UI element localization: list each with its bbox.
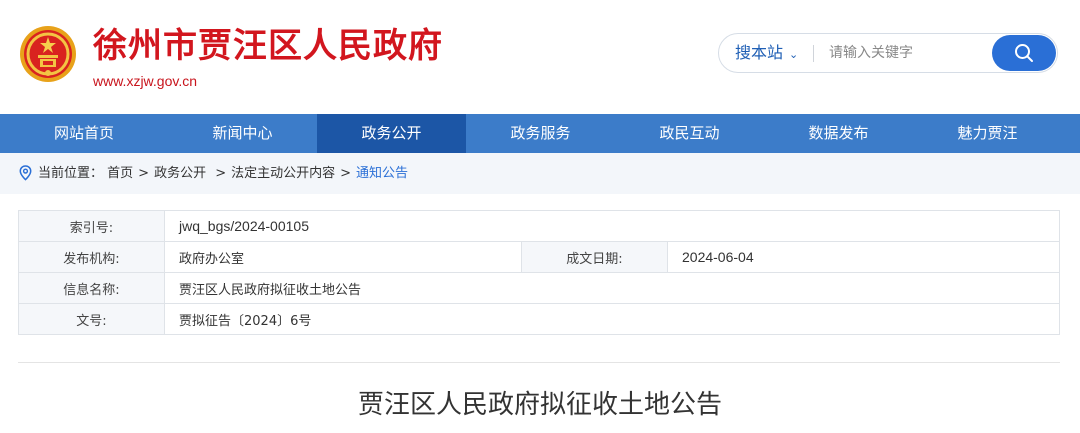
breadcrumb-prefix: 当前位置： xyxy=(38,166,104,181)
site-title[interactable]: 徐州市贾汪区人民政府 xyxy=(93,26,443,66)
index-value: jwq_bgs/2024-00105 xyxy=(164,210,1060,242)
search-scope-dropdown[interactable]: 搜本站 ⌄ xyxy=(735,34,798,72)
breadcrumb-separator: > xyxy=(340,166,352,181)
date-label: 成文日期: xyxy=(521,241,668,273)
search-scope-label: 搜本站 xyxy=(735,43,784,62)
table-row: 索引号: jwq_bgs/2024-00105 xyxy=(18,210,1060,242)
search-box: 搜本站 ⌄ xyxy=(718,33,1058,73)
search-icon xyxy=(1015,44,1033,62)
breadcrumb-separator: > xyxy=(138,166,150,181)
publisher-value: 政府办公室 xyxy=(164,241,522,273)
nav-item-news[interactable]: 新闻中心 xyxy=(168,114,317,153)
site-url: www.xzjw.gov.cn xyxy=(93,73,197,89)
site-header: 徐州市贾汪区人民政府 www.xzjw.gov.cn 搜本站 ⌄ xyxy=(0,0,1080,114)
doc-number-label: 文号: xyxy=(18,303,165,335)
breadcrumb-home[interactable]: 首页 xyxy=(107,166,133,181)
divider xyxy=(18,362,1060,363)
nav-item-charm[interactable]: 魅力贾汪 xyxy=(913,114,1062,153)
doc-number-value: 贾拟征告〔2024〕6号 xyxy=(164,303,1060,335)
search-button[interactable] xyxy=(992,35,1056,71)
main-nav: 网站首页 新闻中心 政务公开 政务服务 政民互动 数据发布 魅力贾汪 xyxy=(0,114,1080,153)
table-row: 信息名称: 贾汪区人民政府拟征收土地公告 xyxy=(18,272,1060,304)
nav-item-gov-affairs[interactable]: 政务公开 xyxy=(317,114,466,153)
nav-item-home[interactable]: 网站首页 xyxy=(0,114,168,153)
date-value: 2024-06-04 xyxy=(667,241,1060,273)
breadcrumb: 当前位置： 首页 > 政务公开 > 法定主动公开内容 > 通知公告 xyxy=(0,153,1080,194)
publisher-label: 发布机构: xyxy=(18,241,165,273)
article-title: 贾汪区人民政府拟征收土地公告 xyxy=(357,390,722,420)
index-label: 索引号: xyxy=(18,210,165,242)
nav-item-gov-services[interactable]: 政务服务 xyxy=(466,114,615,153)
info-name-value: 贾汪区人民政府拟征收土地公告 xyxy=(164,272,1060,304)
national-emblem-icon xyxy=(20,26,76,82)
location-pin-icon xyxy=(19,164,32,181)
info-name-label: 信息名称: xyxy=(18,272,165,304)
breadcrumb-public-content[interactable]: 法定主动公开内容 xyxy=(231,166,335,181)
breadcrumb-gov-affairs[interactable]: 政务公开 xyxy=(154,166,206,181)
search-input[interactable] xyxy=(829,42,989,64)
table-row: 发布机构: 政府办公室 成文日期: 2024-06-04 xyxy=(18,241,1060,273)
document-info-table: 索引号: jwq_bgs/2024-00105 发布机构: 政府办公室 成文日期… xyxy=(18,210,1060,335)
search-divider xyxy=(813,45,814,62)
breadcrumb-notices[interactable]: 通知公告 xyxy=(356,166,408,181)
breadcrumb-separator: > xyxy=(211,166,227,181)
nav-item-data[interactable]: 数据发布 xyxy=(764,114,913,153)
table-row: 文号: 贾拟征告〔2024〕6号 xyxy=(18,303,1060,335)
nav-item-interaction[interactable]: 政民互动 xyxy=(615,114,764,153)
chevron-down-icon: ⌄ xyxy=(789,48,799,61)
